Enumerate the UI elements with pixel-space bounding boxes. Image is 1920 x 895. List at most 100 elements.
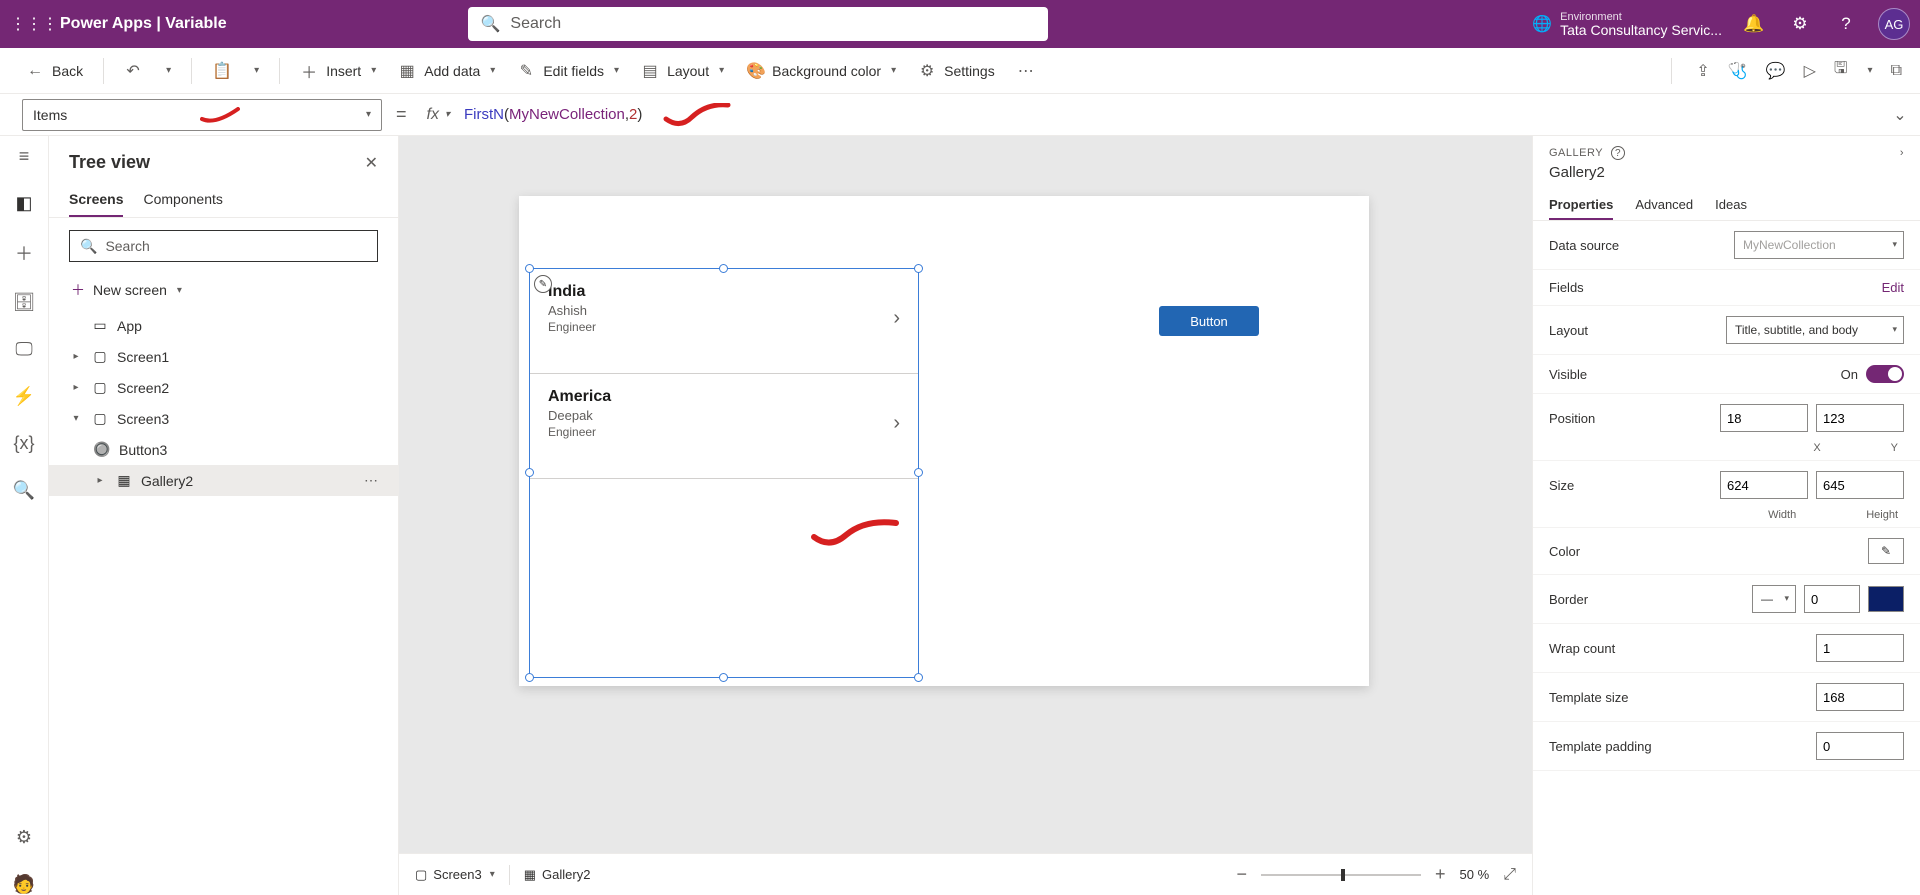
formula-expand-button[interactable]: ⌄ (1880, 105, 1920, 125)
visible-toggle[interactable] (1866, 365, 1904, 383)
ask-virtual-agent-icon[interactable]: 🧑 (13, 874, 35, 895)
chevron-right-icon[interactable]: ▸ (69, 351, 83, 362)
tab-advanced[interactable]: Advanced (1635, 189, 1693, 220)
environment-name[interactable]: Tata Consultancy Servic... (1560, 24, 1722, 37)
back-button[interactable]: ← Back (18, 58, 91, 84)
new-screen-button[interactable]: ＋ New screen ▾ (49, 274, 398, 310)
gallery-item-subtitle: Deepak (548, 408, 900, 423)
search-rail-icon[interactable]: 🔍 (13, 480, 35, 501)
hamburger-icon[interactable]: ≡ (19, 146, 30, 167)
zoom-slider[interactable] (1261, 874, 1421, 876)
power-automate-icon[interactable]: ⚡ (13, 386, 35, 407)
chevron-right-icon[interactable]: › (1900, 147, 1904, 159)
save-icon[interactable]: 🖫 (1834, 57, 1848, 84)
share-icon[interactable]: ⇪ (1696, 61, 1709, 81)
edit-fields-button[interactable]: ✎ Edit fields ▾ (509, 57, 627, 85)
chevron-right-icon[interactable]: › (893, 412, 900, 435)
tree-view-icon[interactable]: ◧ (15, 193, 32, 214)
canvas-artboard[interactable]: ✎ India Ashish Engineer › America Deepak… (519, 196, 1369, 686)
tree-node-app[interactable]: ▭ App (49, 310, 398, 341)
add-data-button[interactable]: ▦ Add data ▾ (390, 57, 503, 85)
screen-icon: ▢ (91, 379, 109, 396)
tree-search-input[interactable]: 🔍 Search (69, 230, 378, 262)
user-avatar[interactable]: AG (1878, 8, 1910, 40)
help-icon[interactable]: ? (1611, 146, 1625, 160)
tree-node-screen1[interactable]: ▸ ▢ Screen1 (49, 341, 398, 372)
comments-icon[interactable]: 💬 (1766, 61, 1786, 81)
breadcrumb-element[interactable]: ▦ Gallery2 (524, 867, 591, 883)
zoom-out-button[interactable]: − (1237, 864, 1248, 885)
paste-dropdown[interactable]: ▾ (244, 61, 267, 80)
close-icon[interactable]: ✕ (365, 153, 378, 173)
height-input[interactable] (1816, 471, 1904, 499)
data-rail-icon[interactable]: 🗄 (13, 292, 36, 313)
screen-icon: ▢ (91, 348, 109, 365)
tree-node-screen2[interactable]: ▸ ▢ Screen2 (49, 372, 398, 403)
chevron-right-icon[interactable]: ▸ (93, 475, 107, 486)
tree-node-button3[interactable]: 🔘 Button3 (49, 434, 398, 465)
tab-screens[interactable]: Screens (69, 183, 123, 217)
tab-components[interactable]: Components (143, 183, 222, 217)
resize-handle[interactable] (525, 673, 534, 682)
undo-dropdown[interactable]: ▾ (156, 61, 179, 80)
tree-node-screen3[interactable]: ▾ ▢ Screen3 (49, 403, 398, 434)
position-x-input[interactable] (1720, 404, 1808, 432)
wrap-count-input[interactable] (1816, 634, 1904, 662)
prop-position-label: Position (1549, 411, 1595, 426)
resize-handle[interactable] (914, 673, 923, 682)
checker-icon[interactable]: 🩺 (1728, 61, 1748, 81)
tab-properties[interactable]: Properties (1549, 189, 1613, 220)
fx-button[interactable]: fx▾ (421, 106, 456, 124)
color-picker-button[interactable]: ✎ (1868, 538, 1904, 564)
border-color-swatch[interactable] (1868, 586, 1904, 612)
plus-icon: ＋ (300, 59, 318, 83)
chevron-down-icon[interactable]: ▾ (69, 413, 83, 424)
prop-color-label: Color (1549, 544, 1580, 559)
template-padding-input[interactable] (1816, 732, 1904, 760)
paste-button[interactable]: 📋 (204, 57, 238, 85)
chevron-right-icon[interactable]: › (893, 307, 900, 330)
width-input[interactable] (1720, 471, 1808, 499)
more-options-icon[interactable]: ⋯ (364, 472, 378, 489)
undo-button[interactable]: ↶ (116, 57, 150, 85)
data-source-select[interactable]: MyNewCollection▾ (1734, 231, 1904, 259)
help-icon[interactable]: ? (1832, 14, 1860, 34)
edit-template-icon[interactable]: ✎ (534, 275, 552, 293)
media-rail-icon[interactable]: 🖵 (15, 339, 32, 360)
border-style-select[interactable]: —▾ (1752, 585, 1796, 613)
bg-color-button[interactable]: 🎨 Background color ▾ (738, 57, 904, 85)
publish-icon[interactable]: ⧉ (1891, 62, 1902, 80)
border-width-input[interactable] (1804, 585, 1860, 613)
settings-button[interactable]: ⚙ Settings (910, 57, 1003, 85)
overflow-button[interactable]: ⋯ (1009, 57, 1043, 85)
tab-ideas[interactable]: Ideas (1715, 189, 1747, 220)
play-icon[interactable]: ▷ (1804, 61, 1816, 81)
variables-icon[interactable]: {x} (13, 433, 34, 454)
settings-gear-icon[interactable]: ⚙ (1786, 14, 1814, 34)
notifications-icon[interactable]: 🔔 (1740, 14, 1768, 34)
chevron-right-icon[interactable]: ▸ (69, 382, 83, 393)
layout-select[interactable]: Title, subtitle, and body▾ (1726, 316, 1904, 344)
property-selector[interactable]: Items ▾ (22, 99, 382, 131)
save-dropdown-icon[interactable]: ▾ (1868, 65, 1873, 76)
insert-rail-icon[interactable]: ＋ (15, 240, 33, 266)
fit-to-window-icon[interactable]: ⤢ (1503, 866, 1516, 884)
app-launcher-icon[interactable]: ⋮⋮⋮ (10, 14, 50, 34)
resize-handle[interactable] (719, 673, 728, 682)
template-size-input[interactable] (1816, 683, 1904, 711)
global-search-input[interactable]: 🔍 Search (468, 7, 1048, 41)
gallery-item[interactable]: America Deepak Engineer › (530, 374, 918, 479)
gallery-item[interactable]: ✎ India Ashish Engineer › (530, 269, 918, 374)
gallery-selection[interactable]: ✎ India Ashish Engineer › America Deepak… (529, 268, 919, 678)
tree-node-gallery2[interactable]: ▸ ▦ Gallery2 ⋯ (49, 465, 398, 496)
formula-input[interactable]: FirstN(MyNewCollection,2) (456, 99, 1880, 131)
zoom-in-button[interactable]: + (1435, 864, 1446, 885)
settings-rail-icon[interactable]: ⚙ (16, 827, 32, 848)
breadcrumb-element-label: Gallery2 (542, 867, 590, 882)
layout-button[interactable]: ▤ Layout ▾ (633, 57, 732, 85)
canvas-button[interactable]: Button (1159, 306, 1259, 336)
edit-fields-link[interactable]: Edit (1882, 280, 1904, 295)
insert-button[interactable]: ＋ Insert ▾ (292, 55, 384, 87)
position-y-input[interactable] (1816, 404, 1904, 432)
breadcrumb-screen[interactable]: ▢ Screen3 ▾ (415, 867, 495, 883)
